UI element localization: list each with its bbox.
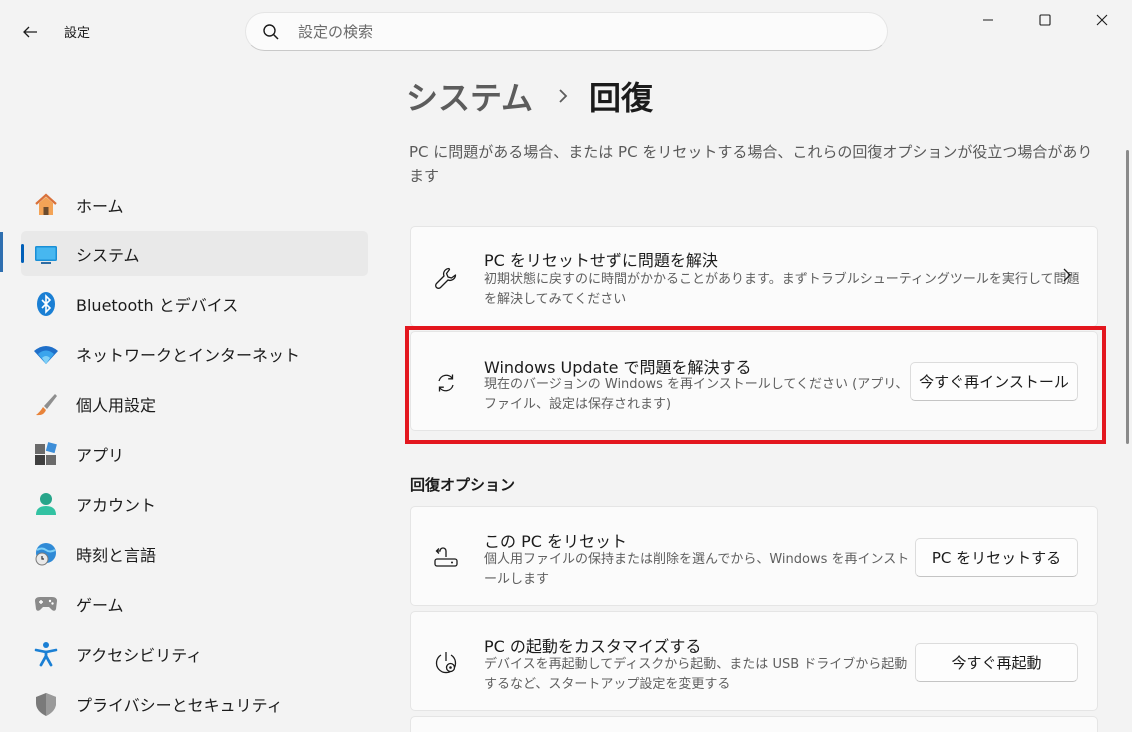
minimize-icon: [983, 19, 993, 21]
chevron-right-icon: [557, 88, 569, 104]
search-icon: [263, 23, 279, 40]
next-card-partial: [410, 716, 1098, 732]
card-title: PC をリセットせずに問題を解決: [484, 251, 718, 270]
sidebar-item-home[interactable]: ホーム: [21, 182, 368, 227]
sidebar-item-label: アクセシビリティ: [76, 645, 203, 665]
account-icon: [33, 491, 59, 517]
time-language-icon: [33, 541, 59, 567]
card-description: するなど、スタートアップ設定を変更する: [484, 677, 731, 692]
chevron-right-icon: [1061, 267, 1073, 287]
title-bar: 設定: [0, 0, 1132, 64]
app-title: 設定: [64, 26, 91, 41]
window-edge-accent: [0, 232, 3, 272]
sidebar-item-personalization[interactable]: 個人用設定: [21, 381, 368, 426]
personalization-icon: [33, 391, 59, 417]
card-description: ールします: [484, 572, 550, 587]
advanced-startup-card: PC の起動をカスタマイズする デバイスを再起動してディスクから起動、または U…: [410, 611, 1098, 711]
page-title: 回復: [589, 79, 654, 117]
sidebar-item-network[interactable]: ネットワークとインターネット: [21, 331, 368, 376]
system-icon: [33, 241, 59, 267]
sidebar-item-bluetooth[interactable]: Bluetooth とデバイス: [21, 281, 368, 326]
sidebar-item-label: プライバシーとセキュリティ: [76, 695, 283, 715]
card-description: を解決してみてください: [484, 292, 627, 307]
troubleshoot-card[interactable]: PC をリセットせずに問題を解決 初期状態に戻すのに時間がかかることがあります。…: [410, 226, 1098, 327]
sidebar-item-label: アプリ: [76, 445, 125, 465]
card-description: デバイスを再起動してディスクから起動、または USB ドライブから起動: [484, 657, 908, 672]
maximize-icon: [1039, 14, 1051, 26]
close-window-button[interactable]: [1074, 0, 1130, 40]
sidebar-item-label: ホーム: [76, 196, 124, 216]
bluetooth-icon: [33, 291, 59, 317]
sidebar-item-label: Bluetooth とデバイス: [76, 295, 239, 315]
back-arrow-icon: [23, 26, 37, 38]
network-icon: [33, 341, 59, 367]
breadcrumb-parent[interactable]: システム: [406, 73, 533, 119]
search-input[interactable]: [298, 22, 858, 41]
minimize-button[interactable]: [960, 0, 1016, 40]
sidebar-item-system[interactable]: システム: [21, 231, 368, 276]
card-description: 初期状態に戻すのに時間がかかることがあります。まずトラブルシューティングツールを…: [484, 272, 1080, 287]
highlight-box: [405, 326, 1106, 444]
card-title: PC の起動をカスタマイズする: [484, 637, 702, 656]
maximize-button[interactable]: [1017, 0, 1073, 40]
sidebar-item-label: 時刻と言語: [76, 545, 157, 565]
sidebar-item-label: 個人用設定: [76, 395, 157, 415]
section-title: 回復オプション: [410, 476, 516, 494]
page-description: PC に問題がある場合、または PC をリセットする場合、これらの回復オプション…: [409, 143, 1093, 185]
back-button[interactable]: [12, 14, 48, 50]
sidebar-item-time-language[interactable]: 時刻と言語: [21, 531, 368, 576]
sidebar-item-gaming[interactable]: ゲーム: [21, 581, 368, 626]
wrench-icon: [433, 265, 459, 291]
sidebar-item-accessibility[interactable]: アクセシビリティ: [21, 631, 368, 676]
card-description: 個人用ファイルの保持または削除を選んでから、Windows を再インスト: [484, 552, 910, 567]
close-icon: [1096, 14, 1108, 26]
privacy-icon: [33, 691, 59, 717]
breadcrumb: システム 回復: [406, 74, 653, 118]
sidebar-item-label: アカウント: [76, 495, 157, 515]
sidebar-item-label: システム: [76, 245, 140, 265]
sidebar-item-privacy[interactable]: プライバシーとセキュリティ: [21, 681, 368, 726]
search-box[interactable]: [245, 12, 888, 51]
card-title: この PC をリセット: [484, 532, 627, 551]
scrollbar[interactable]: [1126, 150, 1129, 444]
gaming-icon: [33, 591, 59, 617]
sidebar-item-apps[interactable]: アプリ: [21, 431, 368, 476]
selection-indicator: [21, 244, 24, 263]
reset-pc-button[interactable]: PC をリセットする: [915, 538, 1078, 577]
advanced-startup-icon: [433, 650, 459, 676]
restart-now-button[interactable]: 今すぐ再起動: [915, 643, 1078, 682]
home-icon: [33, 192, 59, 218]
accessibility-icon: [33, 641, 59, 667]
sidebar-item-label: ゲーム: [76, 595, 124, 615]
sidebar-item-label: ネットワークとインターネット: [76, 345, 301, 365]
sidebar-item-accounts[interactable]: アカウント: [21, 481, 368, 526]
reset-pc-icon: [433, 545, 459, 571]
apps-icon: [33, 441, 59, 467]
reset-pc-card: この PC をリセット 個人用ファイルの保持または削除を選んでから、Window…: [410, 506, 1098, 606]
